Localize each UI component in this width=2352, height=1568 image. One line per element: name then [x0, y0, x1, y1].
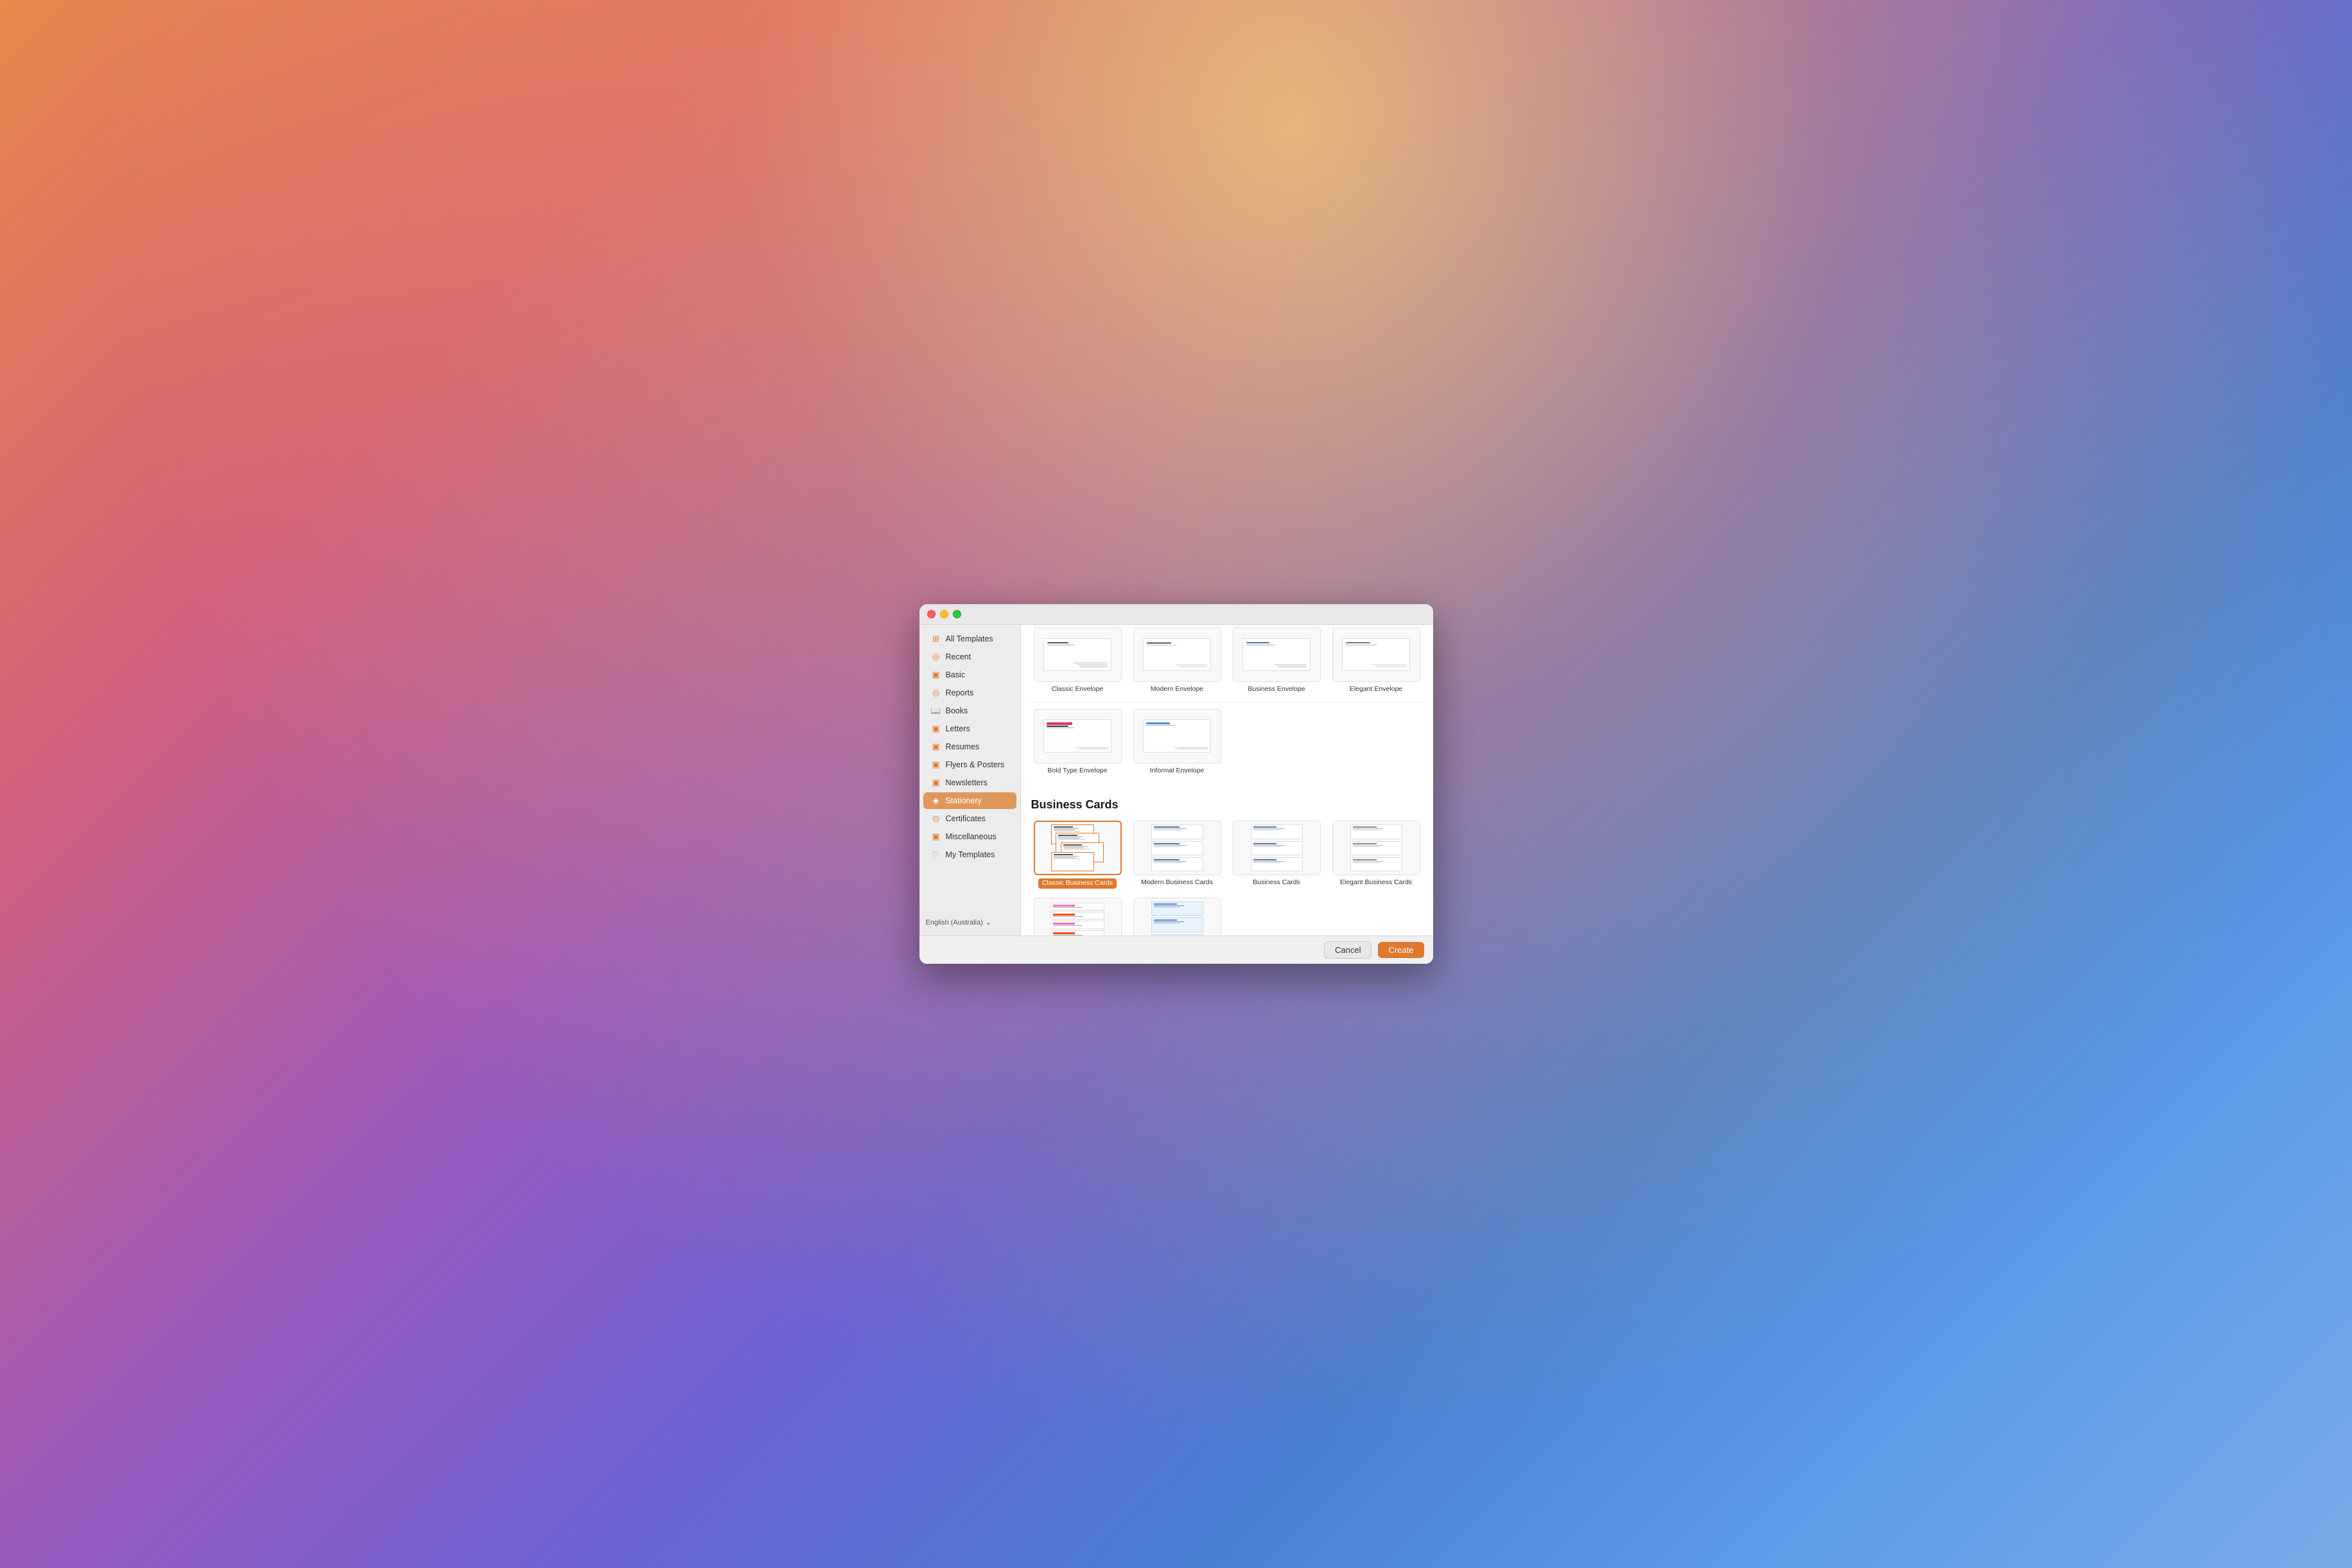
- sidebar-item-stationery[interactable]: ◈ Stationery: [923, 792, 1016, 809]
- minimize-button[interactable]: [940, 610, 948, 618]
- main-content: Classic Envelope Modern Envelope: [1021, 625, 1433, 936]
- template-preview-classic-bc: [1034, 821, 1122, 875]
- sidebar-label-books: Books: [946, 706, 968, 715]
- template-preview-business-bc: [1233, 821, 1321, 875]
- template-elegant-bc[interactable]: Elegant Business Cards: [1330, 818, 1423, 891]
- maximize-button[interactable]: [953, 610, 961, 618]
- template-modern-envelope[interactable]: Modern Envelope: [1131, 625, 1224, 697]
- flyer-icon: ▣: [931, 760, 941, 770]
- sidebar-label-recent: Recent: [946, 652, 971, 661]
- template-preview-bold-type-envelope: [1034, 709, 1122, 763]
- book-icon: 📖: [931, 706, 941, 716]
- sidebar-label-letters: Letters: [946, 724, 970, 733]
- stationery-icon: ◈: [931, 796, 941, 806]
- template-informal-envelope[interactable]: Informal Envelope: [1131, 706, 1224, 778]
- heart-icon: ♡: [931, 849, 941, 860]
- grid-icon: ⊞: [931, 634, 941, 644]
- sidebar-label-miscellaneous: Miscellaneous: [946, 832, 997, 841]
- sidebar-item-resumes[interactable]: ▣ Resumes: [923, 738, 1016, 755]
- label-classic-bc: Classic Business Cards: [1038, 878, 1117, 889]
- sidebar-item-newsletters[interactable]: ▣ Newsletters: [923, 774, 1016, 791]
- sidebar-item-certificates[interactable]: ◎ Certificates: [923, 810, 1016, 827]
- template-preview-informal-bc: [1133, 898, 1221, 936]
- template-classic-bc[interactable]: Classic Business Cards: [1031, 818, 1124, 891]
- template-preview-informal-envelope: [1133, 709, 1221, 763]
- language-arrow-icon: ⌄: [986, 918, 991, 927]
- misc-icon: ▣: [931, 832, 941, 842]
- close-button[interactable]: [927, 610, 936, 618]
- business-cards-grid-row1: Classic Business Cards: [1031, 818, 1423, 891]
- template-preview-modern-bc: [1133, 821, 1221, 875]
- sidebar-item-recent[interactable]: ◎ Recent: [923, 649, 1016, 665]
- letter-icon: ▣: [931, 724, 941, 734]
- label-classic-envelope: Classic Envelope: [1052, 685, 1104, 694]
- sidebar-label-reports: Reports: [946, 688, 974, 697]
- sidebar-item-basic[interactable]: ▣ Basic: [923, 666, 1016, 683]
- template-preview-classic-envelope: [1034, 627, 1122, 682]
- sidebar-item-all-templates[interactable]: ⊞ All Templates: [923, 631, 1016, 647]
- sidebar-label-all-templates: All Templates: [946, 634, 993, 643]
- label-elegant-bc: Elegant Business Cards: [1340, 878, 1412, 887]
- sidebar: ⊞ All Templates ◎ Recent ▣ Basic ◎ Repor…: [919, 625, 1021, 936]
- template-preview-business-envelope: [1233, 627, 1321, 682]
- language-label: English (Australia): [926, 919, 983, 927]
- sidebar-label-basic: Basic: [946, 670, 966, 679]
- template-preview-elegant-envelope: [1332, 627, 1420, 682]
- sidebar-label-stationery: Stationery: [946, 796, 982, 805]
- label-business-envelope: Business Envelope: [1248, 685, 1305, 694]
- reports-icon: ◎: [931, 688, 941, 698]
- cancel-button[interactable]: Cancel: [1324, 941, 1372, 959]
- app-window: ⊞ All Templates ◎ Recent ▣ Basic ◎ Repor…: [919, 604, 1433, 964]
- template-business-envelope[interactable]: Business Envelope: [1230, 625, 1323, 697]
- label-business-bc: Business Cards: [1253, 878, 1300, 887]
- label-bold-type-envelope: Bold Type Envelope: [1047, 767, 1107, 776]
- business-cards-section-title: Business Cards: [1031, 787, 1423, 818]
- label-modern-envelope: Modern Envelope: [1151, 685, 1203, 694]
- sidebar-label-resumes: Resumes: [946, 742, 980, 751]
- sidebar-label-my-templates: My Templates: [946, 850, 995, 859]
- template-business-bc[interactable]: Business Cards: [1230, 818, 1323, 891]
- sidebar-item-letters[interactable]: ▣ Letters: [923, 720, 1016, 737]
- sidebar-label-flyers-posters: Flyers & Posters: [946, 760, 1005, 769]
- template-bold-type-envelope[interactable]: Bold Type Envelope: [1031, 706, 1124, 778]
- window-body: ⊞ All Templates ◎ Recent ▣ Basic ◎ Repor…: [919, 625, 1433, 936]
- label-informal-envelope: Informal Envelope: [1150, 767, 1205, 776]
- footer-bar: Cancel Create: [919, 936, 1433, 964]
- envelope-row-2: Bold Type Envelope Informal Envelope: [1031, 706, 1423, 778]
- sidebar-item-reports[interactable]: ◎ Reports: [923, 684, 1016, 701]
- sidebar-item-books[interactable]: 📖 Books: [923, 702, 1016, 719]
- sidebar-item-miscellaneous[interactable]: ▣ Miscellaneous: [923, 828, 1016, 845]
- template-preview-modern-envelope: [1133, 627, 1221, 682]
- template-elegant-envelope[interactable]: Elegant Envelope: [1330, 625, 1423, 697]
- template-informal-bc[interactable]: Informal Business Cards: [1131, 895, 1224, 936]
- business-cards-grid-row2: Bold Type Business Cards: [1031, 895, 1423, 936]
- label-modern-bc: Modern Business Cards: [1141, 878, 1213, 887]
- label-elegant-envelope: Elegant Envelope: [1350, 685, 1402, 694]
- sidebar-item-flyers-posters[interactable]: ▣ Flyers & Posters: [923, 756, 1016, 773]
- template-bold-type-bc[interactable]: Bold Type Business Cards: [1031, 895, 1124, 936]
- sidebar-item-my-templates[interactable]: ♡ My Templates: [923, 846, 1016, 863]
- envelope-row-top: Classic Envelope Modern Envelope: [1031, 625, 1423, 702]
- template-classic-envelope[interactable]: Classic Envelope: [1031, 625, 1124, 697]
- clock-icon: ◎: [931, 652, 941, 662]
- template-preview-elegant-bc: [1332, 821, 1420, 875]
- resume-icon: ▣: [931, 742, 941, 752]
- newsletter-icon: ▣: [931, 778, 941, 788]
- language-selector[interactable]: English (Australia) ⌄: [919, 914, 1020, 930]
- template-preview-bold-type-bc: [1034, 898, 1122, 936]
- basic-icon: ▣: [931, 670, 941, 680]
- sidebar-label-newsletters: Newsletters: [946, 778, 988, 787]
- titlebar: [919, 604, 1433, 625]
- template-modern-bc[interactable]: Modern Business Cards: [1131, 818, 1224, 891]
- sidebar-label-certificates: Certificates: [946, 814, 986, 823]
- create-button[interactable]: Create: [1378, 942, 1424, 958]
- certificate-icon: ◎: [931, 814, 941, 824]
